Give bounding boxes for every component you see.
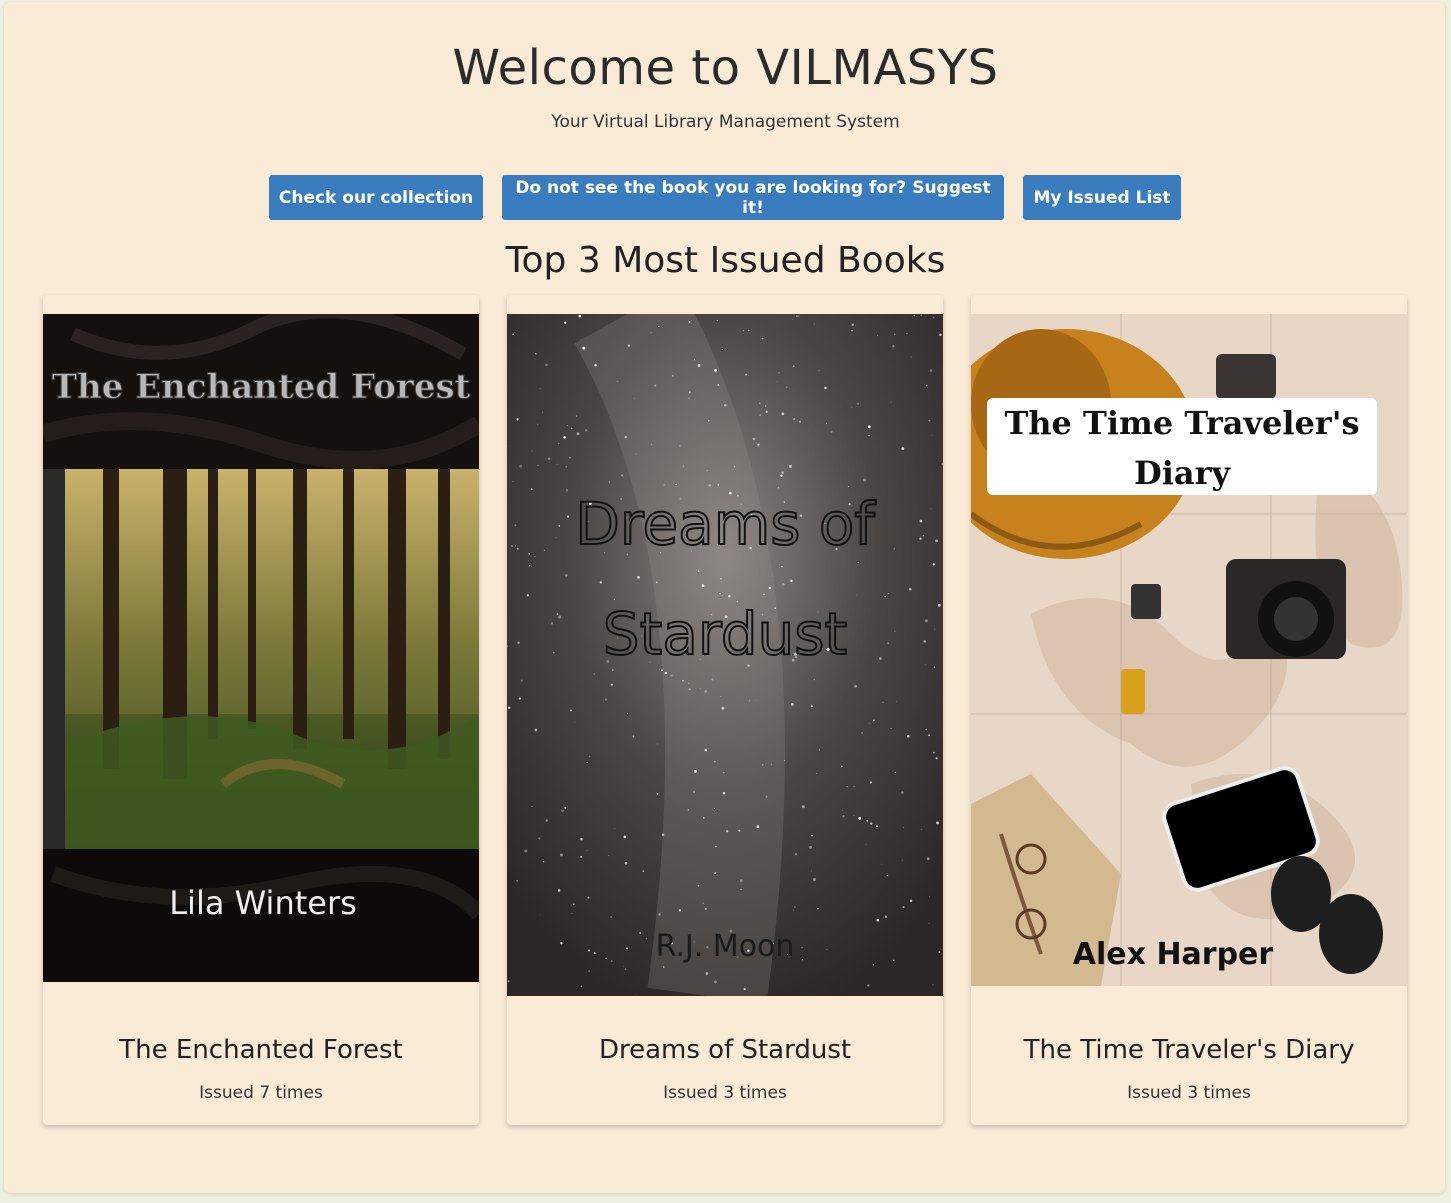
cover-title-text: The Enchanted Forest <box>52 367 471 407</box>
cover-author-text: R.J. Moon <box>656 929 795 964</box>
book-title: The Time Traveler's Diary <box>1023 1035 1355 1065</box>
book-title: Dreams of Stardust <box>598 1035 852 1065</box>
cover-author-text: Lila Winters <box>169 884 357 922</box>
cover-title-line2: Stardust <box>603 600 847 668</box>
book-cover-image[interactable]: Dreams of Stardust R.J. Moon <box>507 314 943 996</box>
cover-title-line1: Dreams of <box>575 490 876 558</box>
page-title: Welcome to VILMASYS <box>452 40 999 96</box>
suggest-book-button[interactable]: Do not see the book you are looking for?… <box>502 175 1004 220</box>
book-cover-image[interactable]: The Time Traveler's Diary Alex Harper <box>971 314 1407 986</box>
book-cover-image[interactable]: The Enchanted Forest Lila Winters <box>43 314 479 982</box>
issue-count: Issued 3 times <box>1127 1083 1251 1103</box>
issued-list-button[interactable]: My Issued List <box>1023 175 1181 220</box>
issue-count: Issued 7 times <box>199 1083 323 1103</box>
cover-title-line2: Diary <box>1134 454 1232 492</box>
issue-count: Issued 3 times <box>663 1083 787 1103</box>
cover-title-line1: The Time Traveler's <box>1004 404 1359 442</box>
book-title: The Enchanted Forest <box>119 1035 403 1065</box>
check-collection-button[interactable]: Check our collection <box>269 175 483 220</box>
book-card-time-travelers-diary[interactable]: The Time Traveler's Diary Alex Harper Th… <box>971 295 1407 1125</box>
section-title: Top 3 Most Issued Books <box>505 240 946 281</box>
page-subtitle: Your Virtual Library Management System <box>551 112 900 132</box>
book-card-enchanted-forest[interactable]: The Enchanted Forest Lila Winters The En… <box>43 295 479 1125</box>
cover-author-text: Alex Harper <box>1073 937 1274 972</box>
book-card-dreams-of-stardust[interactable]: Dreams of Stardust R.J. Moon Dreams of S… <box>507 295 943 1125</box>
